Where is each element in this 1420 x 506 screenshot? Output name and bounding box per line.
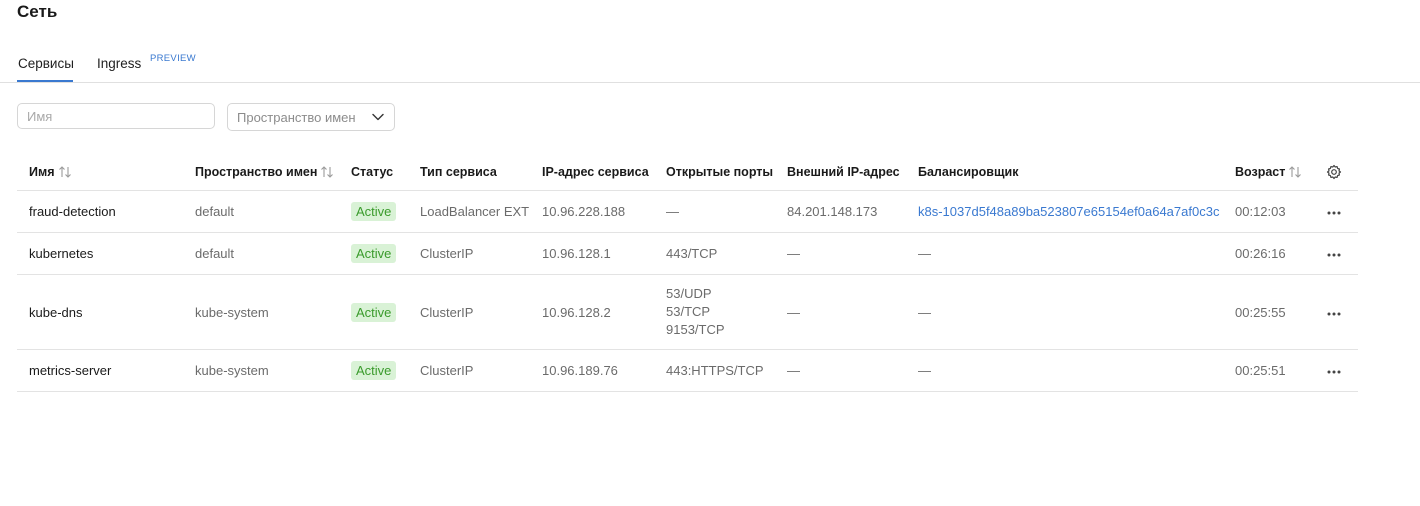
cell-age: 00:25:55 — [1223, 274, 1314, 350]
status-badge: Active — [351, 302, 397, 322]
chevron-down-icon — [372, 113, 384, 121]
tab-ingress[interactable]: Ingress — [97, 56, 141, 72]
cell-status: Active — [339, 190, 408, 233]
cell-status: Active — [339, 232, 408, 275]
cell-type: ClusterIP — [408, 349, 530, 392]
port-entry: 443/TCP — [666, 245, 718, 261]
cell-external-ip: 84.201.148.173 — [775, 190, 906, 233]
port-entry: 53/UDP — [666, 286, 712, 301]
balancer-link[interactable]: k8s-1037d5f48a89ba523807e65154ef0a64a7af… — [918, 204, 1219, 219]
cell-age: 00:12:03 — [1223, 190, 1314, 233]
namespace-select-label: Пространство имен — [237, 109, 356, 125]
cell-actions — [1314, 274, 1358, 350]
cell-balancer: — — [906, 274, 1223, 350]
port-entry: — — [666, 203, 679, 219]
column-header-namespace: Пространство имен — [183, 153, 339, 191]
cell-ports: 443:HTTPS/TCP — [654, 349, 775, 392]
column-header-external-ip: Внешний IP-адрес — [775, 153, 906, 191]
cell-status: Active — [339, 349, 408, 392]
cell-namespace: kube-system — [183, 274, 339, 350]
cell-ip: 10.96.128.1 — [530, 232, 654, 275]
cell-status: Active — [339, 274, 408, 350]
cell-ip: 10.96.228.188 — [530, 190, 654, 233]
table-row[interactable]: fraud-detection default Active LoadBalan… — [17, 190, 1358, 233]
table-header-row: Имя Пространство имен Статус Тип сервиса… — [17, 153, 1358, 191]
status-badge: Active — [351, 202, 397, 221]
cell-namespace: default — [183, 190, 339, 233]
column-settings — [1314, 153, 1358, 191]
status-badge: Active — [351, 361, 397, 380]
preview-badge: PREVIEW — [150, 53, 196, 64]
cell-namespace: kube-system — [183, 349, 339, 392]
cell-ports: — — [654, 190, 775, 233]
cell-ip: 10.96.189.76 — [530, 349, 654, 392]
cell-ports: 443/TCP — [654, 232, 775, 275]
cell-ports: 53/UDP 53/TCP 9153/TCP — [654, 274, 775, 350]
cell-actions — [1314, 190, 1358, 233]
cell-type: ClusterIP — [408, 274, 530, 350]
sort-icon[interactable] — [58, 166, 72, 178]
cell-balancer: — — [906, 349, 1223, 392]
cell-name: kube-dns — [17, 274, 183, 350]
port-entry: 53/TCP — [666, 304, 711, 319]
more-actions-icon[interactable] — [1326, 210, 1342, 216]
cell-name: kubernetes — [17, 232, 183, 275]
more-actions-icon[interactable] — [1326, 311, 1342, 317]
cell-balancer: — — [906, 232, 1223, 275]
column-header-status: Статус — [339, 153, 408, 191]
active-tab-indicator — [17, 80, 73, 82]
namespace-select[interactable]: Пространство имен — [227, 103, 395, 131]
cell-namespace: default — [183, 232, 339, 275]
cell-ip: 10.96.128.2 — [530, 274, 654, 350]
cell-external-ip: — — [775, 349, 906, 392]
column-header-age: Возраст — [1223, 153, 1314, 191]
table-row[interactable]: kube-dns kube-system Active ClusterIP 10… — [17, 274, 1358, 350]
column-header-type: Тип сервиса — [408, 153, 530, 191]
column-header-ip: IP-адрес сервиса — [530, 153, 654, 191]
services-table: Имя Пространство имен Статус Тип сервиса… — [17, 153, 1358, 392]
column-header-ports: Открытые порты — [654, 153, 775, 191]
sort-icon[interactable] — [320, 166, 334, 178]
gear-icon[interactable] — [1326, 164, 1342, 180]
name-filter-input[interactable] — [17, 103, 215, 129]
status-badge: Active — [351, 244, 397, 263]
cell-age: 00:25:51 — [1223, 349, 1314, 392]
cell-type: LoadBalancer EXT — [408, 190, 530, 233]
more-actions-icon[interactable] — [1326, 252, 1342, 258]
cell-type: ClusterIP — [408, 232, 530, 275]
cell-actions — [1314, 349, 1358, 392]
port-entry: 9153/TCP — [666, 322, 725, 337]
table-row[interactable]: kubernetes default Active ClusterIP 10.9… — [17, 232, 1358, 275]
cell-age: 00:26:16 — [1223, 232, 1314, 275]
table-row[interactable]: metrics-server kube-system Active Cluste… — [17, 349, 1358, 392]
tab-services[interactable]: Сервисы — [18, 56, 74, 72]
column-header-balancer: Балансировщик — [906, 153, 1223, 191]
more-actions-icon[interactable] — [1326, 369, 1342, 375]
cell-actions — [1314, 232, 1358, 275]
column-header-name: Имя — [17, 153, 183, 191]
tabs-bar: Сервисы Ingress PREVIEW — [0, 52, 1420, 83]
cell-balancer: k8s-1037d5f48a89ba523807e65154ef0a64a7af… — [906, 190, 1223, 233]
cell-external-ip: — — [775, 232, 906, 275]
port-entry: 443:HTTPS/TCP — [666, 362, 764, 378]
sort-icon[interactable] — [1288, 166, 1302, 178]
cell-name: metrics-server — [17, 349, 183, 392]
cell-external-ip: — — [775, 274, 906, 350]
cell-name: fraud-detection — [17, 190, 183, 233]
page-title: Сеть — [17, 2, 58, 21]
